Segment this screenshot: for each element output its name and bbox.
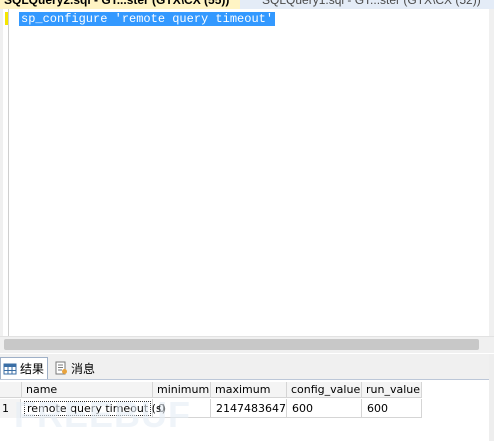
- editor-vertical-scrollbar[interactable]: [489, 9, 494, 336]
- tab-sqlquery2[interactable]: SQLQuery2.sql - GT...ster (GTX\CX (55))*: [0, 0, 241, 9]
- cell-config-value[interactable]: 600: [287, 399, 362, 418]
- editor-gutter: [0, 9, 3, 336]
- messages-icon: [54, 361, 68, 375]
- column-header-maximum[interactable]: maximum: [211, 382, 287, 398]
- row-number[interactable]: 1: [0, 399, 21, 418]
- results-grid[interactable]: name minimum maximum config_value run_va…: [0, 380, 494, 441]
- selected-query-text[interactable]: sp_configure 'remote query timeout': [19, 12, 276, 26]
- column-header-minimum[interactable]: minimum: [153, 382, 211, 398]
- tab-results-label: 结果: [20, 362, 45, 376]
- right-edge-panel: [489, 354, 494, 441]
- cell-maximum[interactable]: 2147483647: [211, 399, 287, 418]
- editor-margin-line: [8, 9, 9, 336]
- editor-horizontal-scrollbar[interactable]: [0, 336, 494, 353]
- cell-name[interactable]: remote query timeout (s): [22, 399, 166, 418]
- cell-run-value[interactable]: 600: [362, 399, 422, 418]
- query-editor[interactable]: sp_configure 'remote query timeout': [0, 9, 490, 336]
- tab-messages[interactable]: 消息: [52, 357, 102, 379]
- tab-messages-label: 消息: [71, 361, 96, 376]
- tab-results[interactable]: 结果: [0, 357, 48, 379]
- column-header-config-value[interactable]: config_value: [287, 382, 362, 398]
- grid-icon: [3, 362, 17, 376]
- column-header-name[interactable]: name: [22, 382, 153, 398]
- results-tab-strip: 结果 消息: [0, 354, 494, 380]
- column-header-run-value[interactable]: run_value: [362, 382, 422, 398]
- tab-sqlquery1[interactable]: SQLQuery1.sql - GT...ster (GTX\CX (52)): [262, 0, 481, 9]
- cell-minimum[interactable]: 0: [153, 399, 211, 418]
- grid-corner[interactable]: [0, 382, 22, 398]
- scrollbar-thumb[interactable]: [4, 339, 479, 350]
- document-tab-bar: SQLQuery2.sql - GT...ster (GTX\CX (55))*…: [0, 0, 494, 9]
